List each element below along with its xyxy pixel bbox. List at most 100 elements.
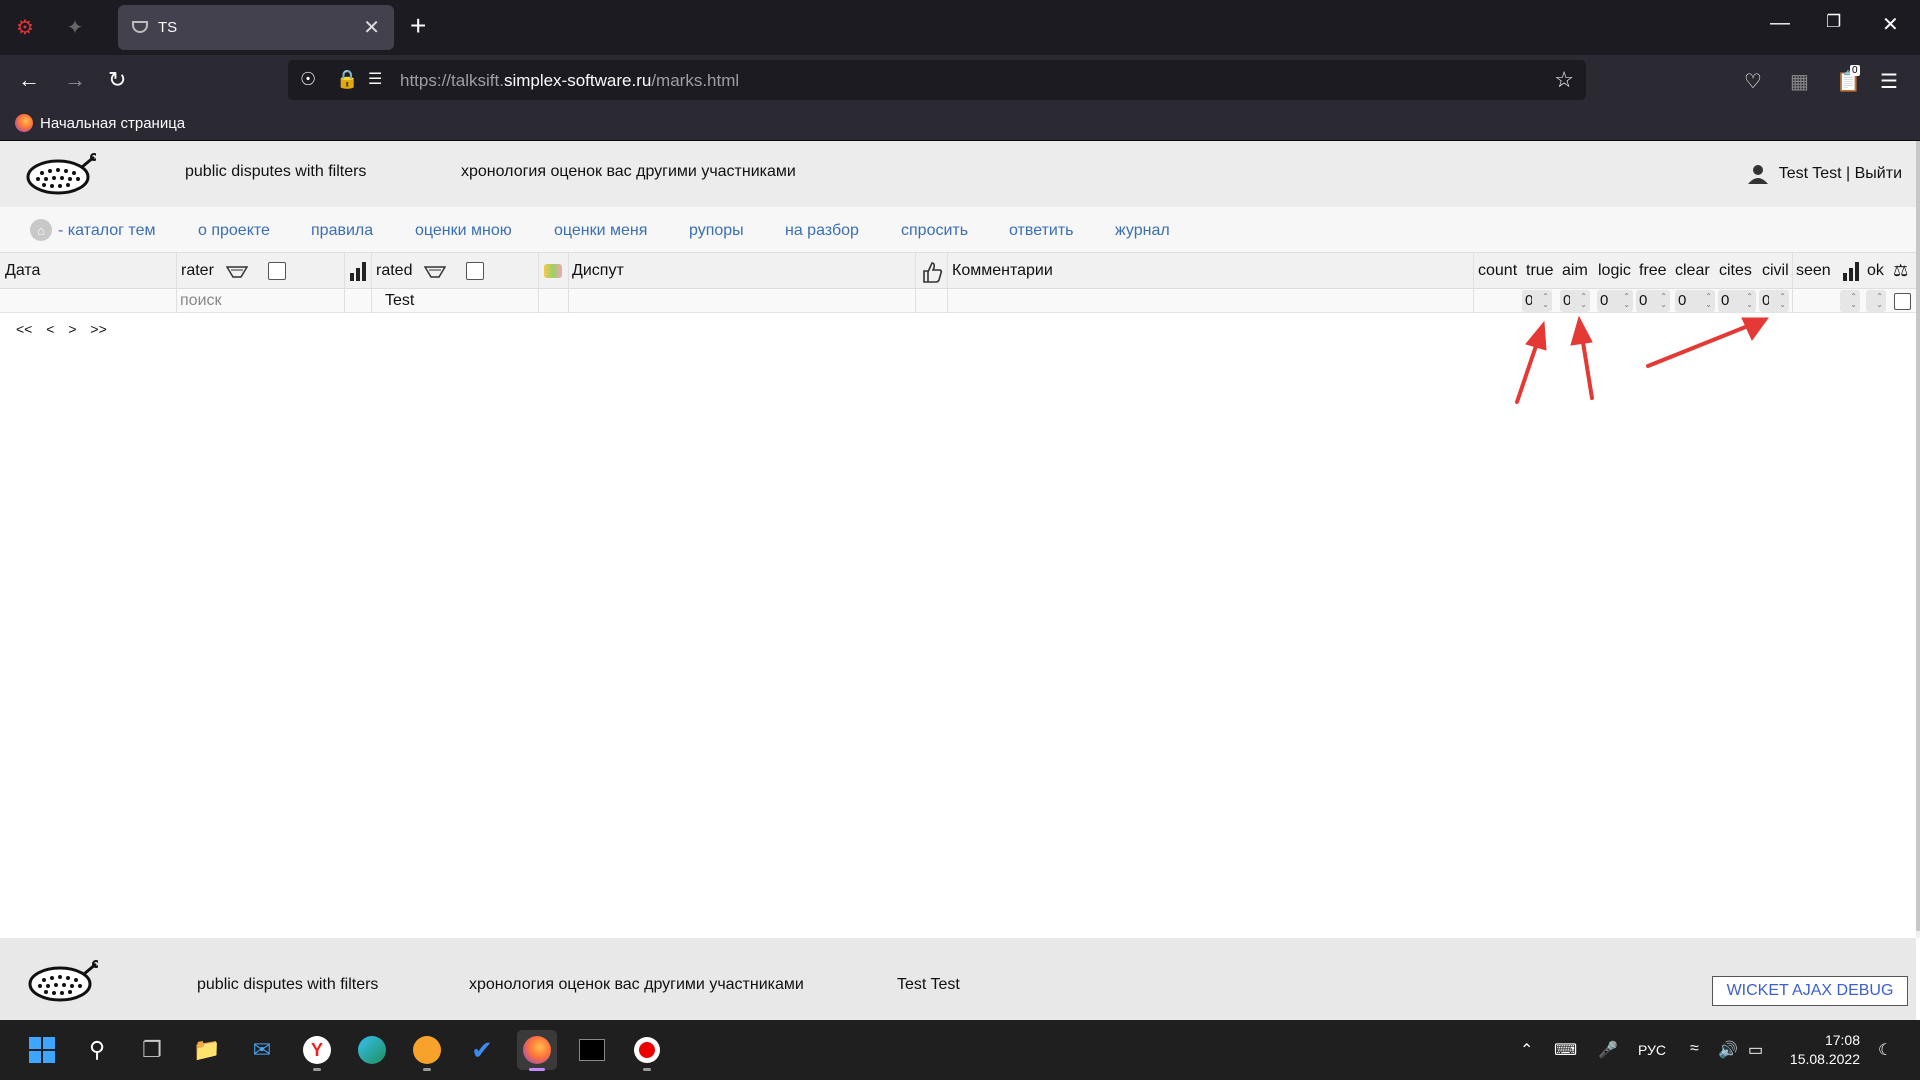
rated-checkbox[interactable] — [466, 262, 484, 280]
aim-filter-stepper[interactable]: 0 ⌃ ⌄ — [1560, 290, 1590, 312]
menu-item-journal[interactable]: журнал — [1115, 222, 1170, 240]
address-bar[interactable]: ☉ 🔒 ☰ https://talksift.simplex-software.… — [288, 60, 1586, 100]
pager-last[interactable]: >> — [90, 321, 106, 337]
input-language[interactable]: РУС — [1638, 1042, 1666, 1058]
page-scrollbar[interactable] — [1916, 141, 1920, 938]
seen-filter-stepper[interactable]: ⌃ ⌄ — [1840, 290, 1860, 312]
notifications-moon-icon[interactable]: ☾ — [1878, 1040, 1892, 1060]
new-tab-button[interactable]: + — [410, 10, 426, 42]
tray-chevron-icon[interactable]: ⌃ — [1520, 1040, 1533, 1060]
wifi-icon[interactable]: ≈ — [1690, 1040, 1699, 1058]
tab-close-icon[interactable]: ✕ — [363, 15, 380, 40]
menu-item-marks-by-me[interactable]: оценки мною — [415, 222, 512, 240]
col-header-rater[interactable]: rater — [181, 262, 214, 280]
logic-filter-stepper[interactable]: 0 ⌃ ⌄ — [1597, 290, 1633, 312]
menu-item-about[interactable]: о проекте — [198, 222, 270, 240]
col-header-clear[interactable]: clear — [1675, 262, 1710, 280]
minimize-window-button[interactable]: — — [1770, 12, 1790, 35]
rater-checkbox[interactable] — [268, 262, 286, 280]
cites-filter-stepper[interactable]: 0 ⌃ ⌄ — [1718, 290, 1756, 312]
yandex-browser-icon[interactable]: Y — [297, 1030, 337, 1071]
menu-item-ask[interactable]: спросить — [901, 222, 968, 240]
edge-icon[interactable] — [352, 1030, 392, 1070]
rater-search-input[interactable] — [180, 291, 340, 311]
system-clock[interactable]: 17:08 15.08.2022 — [1790, 1031, 1860, 1069]
todo-icon[interactable]: ✔ — [462, 1030, 502, 1070]
rater-stats-icon[interactable] — [349, 261, 367, 281]
clear-filter-stepper[interactable]: 0 ⌃ ⌄ — [1675, 290, 1715, 312]
scales-icon[interactable]: ⚖ — [1893, 261, 1908, 281]
mail-icon[interactable]: ✉ — [242, 1030, 282, 1070]
col-header-cites[interactable]: cites — [1719, 262, 1752, 280]
seen-stats-icon[interactable] — [1842, 261, 1860, 281]
menu-item-marks-of-me[interactable]: оценки меня — [554, 222, 647, 240]
keyboard-icon[interactable]: ⌨ — [1554, 1040, 1577, 1060]
pager-prev[interactable]: < — [46, 321, 54, 337]
active-tab[interactable]: TS ✕ — [118, 5, 394, 50]
close-window-button[interactable]: ✕ — [1882, 12, 1899, 37]
shield-icon[interactable]: ☉ — [300, 69, 316, 90]
firefox-taskbar-icon[interactable] — [517, 1030, 557, 1071]
col-header-count[interactable]: count — [1478, 262, 1517, 280]
col-header-dispute[interactable]: Диспут — [572, 262, 624, 280]
footer-link-disputes[interactable]: public disputes with filters — [197, 976, 378, 994]
colander-footer-logo-icon[interactable] — [26, 958, 98, 1006]
true-filter-stepper[interactable]: 0 ⌃ ⌄ — [1522, 290, 1552, 312]
scales-filter-checkbox[interactable] — [1894, 293, 1911, 310]
terminal-icon[interactable] — [572, 1030, 612, 1070]
forward-button[interactable]: → — [64, 67, 86, 93]
col-header-comments[interactable]: Комментарии — [952, 262, 1053, 280]
col-header-free[interactable]: free — [1639, 262, 1667, 280]
col-header-ok[interactable]: ok — [1867, 262, 1884, 280]
pager-first[interactable]: << — [16, 321, 32, 337]
search-icon[interactable]: ⚲ — [77, 1030, 117, 1070]
scrollbar-thumb[interactable] — [1916, 141, 1920, 931]
footer-link-chronology[interactable]: хронология оценок вас другими участникам… — [469, 976, 804, 994]
yandex-app-icon[interactable] — [407, 1030, 447, 1071]
bookmark-home[interactable]: Начальная страница — [40, 115, 185, 132]
url-text[interactable]: https://talksift.simplex-software.ru/mar… — [400, 71, 739, 91]
home-icon[interactable]: ⌂ — [30, 219, 52, 241]
header-link-disputes[interactable]: public disputes with filters — [185, 163, 366, 181]
wicket-ajax-debug-button[interactable]: WICKET AJAX DEBUG — [1712, 976, 1908, 1006]
colander-logo-icon[interactable] — [24, 151, 96, 199]
footer-user-name[interactable]: Test Test — [897, 976, 960, 994]
back-button[interactable]: ← — [18, 67, 40, 93]
start-icon[interactable] — [22, 1030, 62, 1070]
col-header-aim[interactable]: aim — [1562, 262, 1588, 280]
rated-filter-value[interactable]: Test — [385, 292, 414, 310]
bookmark-star-icon[interactable]: ☆ — [1554, 67, 1574, 93]
thumbs-up-icon[interactable] — [921, 260, 945, 284]
ok-filter-stepper[interactable]: ⌃ ⌄ — [1866, 290, 1886, 312]
col-header-seen[interactable]: seen — [1796, 262, 1831, 280]
col-header-rated[interactable]: rated — [376, 262, 412, 280]
free-filter-stepper[interactable]: 0 ⌃ ⌄ — [1636, 290, 1670, 312]
col-header-civil[interactable]: civil — [1762, 262, 1789, 280]
rater-filter-icon[interactable] — [226, 265, 248, 279]
header-link-chronology[interactable]: хронология оценок вас другими участникам… — [461, 163, 796, 181]
extension-badge-icon[interactable]: 📋 0 — [1836, 65, 1861, 94]
col-header-true[interactable]: true — [1526, 262, 1554, 280]
col-header-logic[interactable]: logic — [1598, 262, 1631, 280]
civil-filter-stepper[interactable]: 0 ⌃ ⌄ — [1759, 290, 1789, 312]
reload-button[interactable]: ↻ — [108, 67, 126, 93]
col-header-date[interactable]: Дата — [5, 262, 40, 280]
user-logout-link[interactable]: Test Test | Выйти — [1779, 165, 1902, 183]
pinned-tab-feather-icon[interactable]: ✦ — [62, 14, 88, 40]
microphone-icon[interactable]: 🎤 — [1598, 1040, 1618, 1060]
volume-icon[interactable]: 🔊 — [1718, 1040, 1738, 1060]
extension-icon[interactable]: ▦ — [1790, 69, 1809, 94]
restore-window-button[interactable]: ❐ — [1826, 12, 1841, 32]
battery-icon[interactable]: ▭ — [1748, 1040, 1763, 1060]
pocket-icon[interactable]: ♡ — [1744, 69, 1762, 94]
pinned-tab-icon[interactable]: ⚙ — [12, 14, 38, 40]
menu-item-review[interactable]: на разбор — [785, 222, 859, 240]
rated-filter-icon[interactable] — [424, 265, 446, 279]
pager-next[interactable]: > — [68, 321, 76, 337]
recorder-icon[interactable] — [627, 1030, 667, 1071]
app-menu-icon[interactable]: ☰ — [1880, 69, 1898, 94]
menu-item-answer[interactable]: ответить — [1009, 222, 1074, 240]
menu-item-catalog[interactable]: - каталог тем — [58, 222, 155, 240]
lock-icon[interactable]: 🔒 — [336, 69, 358, 90]
menu-item-rules[interactable]: правила — [311, 222, 373, 240]
